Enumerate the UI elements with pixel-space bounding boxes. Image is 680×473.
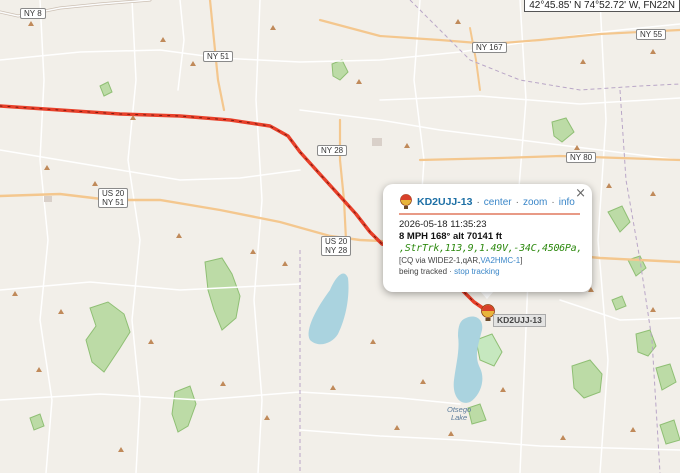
separator: · [449, 267, 452, 276]
igate-link[interactable]: VA2HMC-1 [480, 256, 520, 265]
tracking-status: being tracked · stop tracking [399, 267, 580, 276]
zoom-link[interactable]: zoom [523, 197, 547, 208]
route-shield-ny80: NY 80 [566, 152, 597, 163]
route-shield-us20-ny28: US 20 NY 28 [321, 236, 352, 256]
route-shield-ny51: NY 51 [203, 51, 234, 62]
popup-header: KD2UJJ-13 · center · zoom · info [399, 194, 580, 210]
otsego-lake [453, 316, 483, 403]
route-shield-ny167: NY 167 [472, 42, 507, 53]
path-suffix: ] [520, 256, 523, 265]
separator: · [476, 196, 480, 208]
water-bodies [308, 273, 483, 403]
callsign-link[interactable]: KD2UJJ-13 [417, 196, 472, 208]
lake-label: Otsego Lake [447, 405, 472, 422]
digipeater-path: [CQ via WIDE2-1,qAR,VA2HMC-1] [399, 256, 580, 265]
coordinate-readout: 42°45.85' N 74°52.72' W, FN22N [524, 0, 680, 12]
popup-divider [399, 213, 580, 215]
center-link[interactable]: center [484, 197, 512, 208]
timestamp: 2026-05-18 11:35:23 [399, 219, 487, 230]
route-shield-ny55: NY 55 [636, 29, 667, 40]
popup-tip [480, 291, 494, 299]
stop-tracking-link[interactable]: stop tracking [454, 267, 499, 276]
speed-altitude: 8 MPH 168° alt 70141 ft [399, 231, 503, 242]
station-popup: × KD2UJJ-13 · center · zoom · info 2026-… [383, 184, 592, 292]
separator: · [551, 196, 555, 208]
separator: · [515, 196, 519, 208]
station-label[interactable]: KD2UJJ-13 [493, 314, 546, 327]
tracking-text: being tracked [399, 267, 448, 276]
route-shield-us20-ny51: US 20 NY 51 [98, 188, 129, 208]
telemetry-comment: ,StrTrk,113,9,1.49V,-34C,4506Pa, [399, 243, 583, 254]
route-shield-ny8: NY 8 [20, 8, 46, 19]
info-link[interactable]: info [559, 197, 575, 208]
canadarago-lake [308, 273, 349, 345]
balloon-icon [400, 194, 412, 209]
path-prefix: [CQ via WIDE2-1,qAR, [399, 256, 481, 265]
route-shield-ny28: NY 28 [317, 145, 348, 156]
close-button[interactable]: × [575, 186, 586, 201]
